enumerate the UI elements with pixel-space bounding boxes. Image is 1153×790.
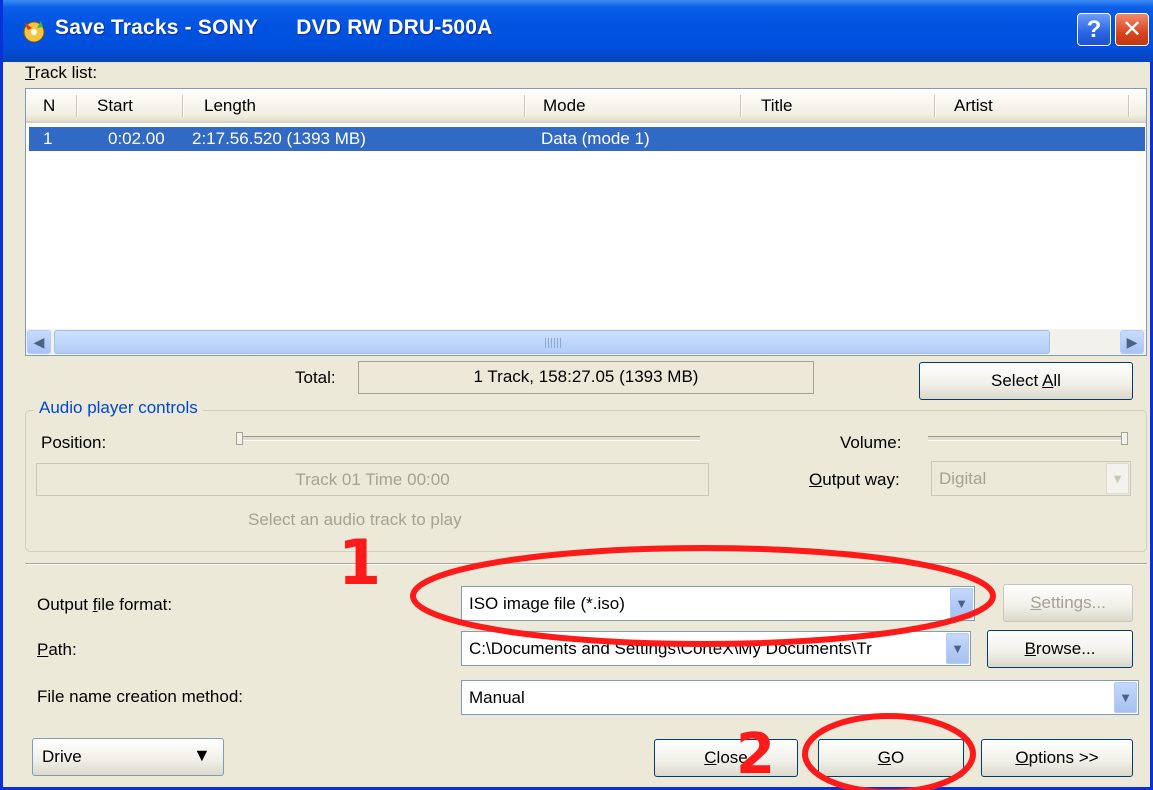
column-header-title[interactable]: Title (761, 89, 793, 121)
table-row[interactable]: 1 0:02.00 2:17.56.520 (1393 MB) Data (mo… (29, 127, 1145, 151)
track-list[interactable]: N Start Length Mode Title Artist 1 0:02.… (25, 88, 1147, 356)
volume-slider-thumb[interactable] (1121, 432, 1128, 445)
scroll-thumb[interactable] (54, 330, 1050, 354)
track-list-header: N Start Length Mode Title Artist (26, 89, 1146, 123)
column-header-mode[interactable]: Mode (543, 89, 586, 121)
output-way-label: Output way: (809, 470, 900, 489)
cell-length: 2:17.56.520 (1393 MB) (192, 129, 366, 148)
cell-n: 1 (43, 129, 53, 148)
column-header-length[interactable]: Length (204, 89, 256, 121)
audio-player-group-title: Audio player controls (34, 398, 203, 418)
track-time-display: Track 01 Time 00:00 (36, 463, 709, 496)
window-title: Save Tracks - SONY DVD RW DRU-500A (55, 16, 493, 39)
horizontal-scrollbar[interactable]: ◀ ▶ (26, 329, 1146, 355)
column-header-artist[interactable]: Artist (954, 89, 993, 121)
output-format-label: Output file format: (37, 595, 173, 614)
total-label: Total: (295, 368, 336, 387)
cell-mode: Data (mode 1) (541, 129, 650, 148)
scroll-right-icon[interactable]: ▶ (1120, 330, 1144, 354)
volume-label: Volume: (840, 433, 902, 452)
cell-start: 0:02.00 (108, 129, 165, 148)
title-bar[interactable]: Save Tracks - SONY DVD RW DRU-500A ? ✕ (3, 0, 1153, 62)
chevron-down-icon[interactable]: ▼ (1106, 463, 1129, 494)
column-header-start[interactable]: Start (97, 89, 133, 121)
help-button[interactable]: ? (1077, 13, 1111, 46)
scroll-left-icon[interactable]: ◀ (27, 330, 51, 354)
file-name-method-select[interactable]: Manual ▼ (461, 680, 1139, 715)
volume-slider[interactable] (928, 436, 1128, 441)
output-way-select[interactable]: Digital ▼ (931, 461, 1131, 496)
app-icon (23, 21, 45, 43)
position-label: Position: (41, 433, 107, 452)
file-name-method-label: File name creation method: (37, 687, 243, 706)
annotation-number-1: 1 (338, 526, 382, 599)
output-format-select[interactable]: ISO image file (*.iso) ▼ (461, 586, 975, 621)
divider (25, 563, 1147, 565)
browse-button[interactable]: Browse... (987, 630, 1133, 668)
track-list-label: Track list: (25, 63, 98, 82)
chevron-down-icon[interactable]: ▼ (946, 633, 969, 664)
drive-menu-button[interactable]: Drive ▼ (32, 738, 224, 776)
settings-button[interactable]: Settings... (1003, 584, 1133, 622)
position-slider-thumb[interactable] (236, 432, 243, 445)
close-window-button[interactable]: ✕ (1115, 13, 1149, 46)
close-button[interactable]: Close (654, 739, 798, 777)
select-all-button[interactable]: Select All (919, 362, 1133, 400)
dropdown-arrow-icon: ▼ (193, 745, 211, 765)
chevron-down-icon[interactable]: ▼ (950, 588, 973, 619)
total-value: 1 Track, 158:27.05 (1393 MB) (358, 361, 814, 394)
column-header-n[interactable]: N (43, 89, 55, 121)
chevron-down-icon[interactable]: ▼ (1114, 682, 1137, 713)
go-button[interactable]: GO (818, 739, 964, 777)
options-button[interactable]: Options >> (981, 739, 1133, 777)
path-label: Path: (37, 640, 77, 659)
position-slider[interactable] (240, 436, 700, 441)
annotation-number-2: 2 (736, 722, 775, 787)
path-input[interactable]: C:\Documents and Settings\CorteX\My Docu… (461, 631, 971, 666)
save-tracks-dialog: Save Tracks - SONY DVD RW DRU-500A ? ✕ Tr… (0, 0, 1153, 790)
